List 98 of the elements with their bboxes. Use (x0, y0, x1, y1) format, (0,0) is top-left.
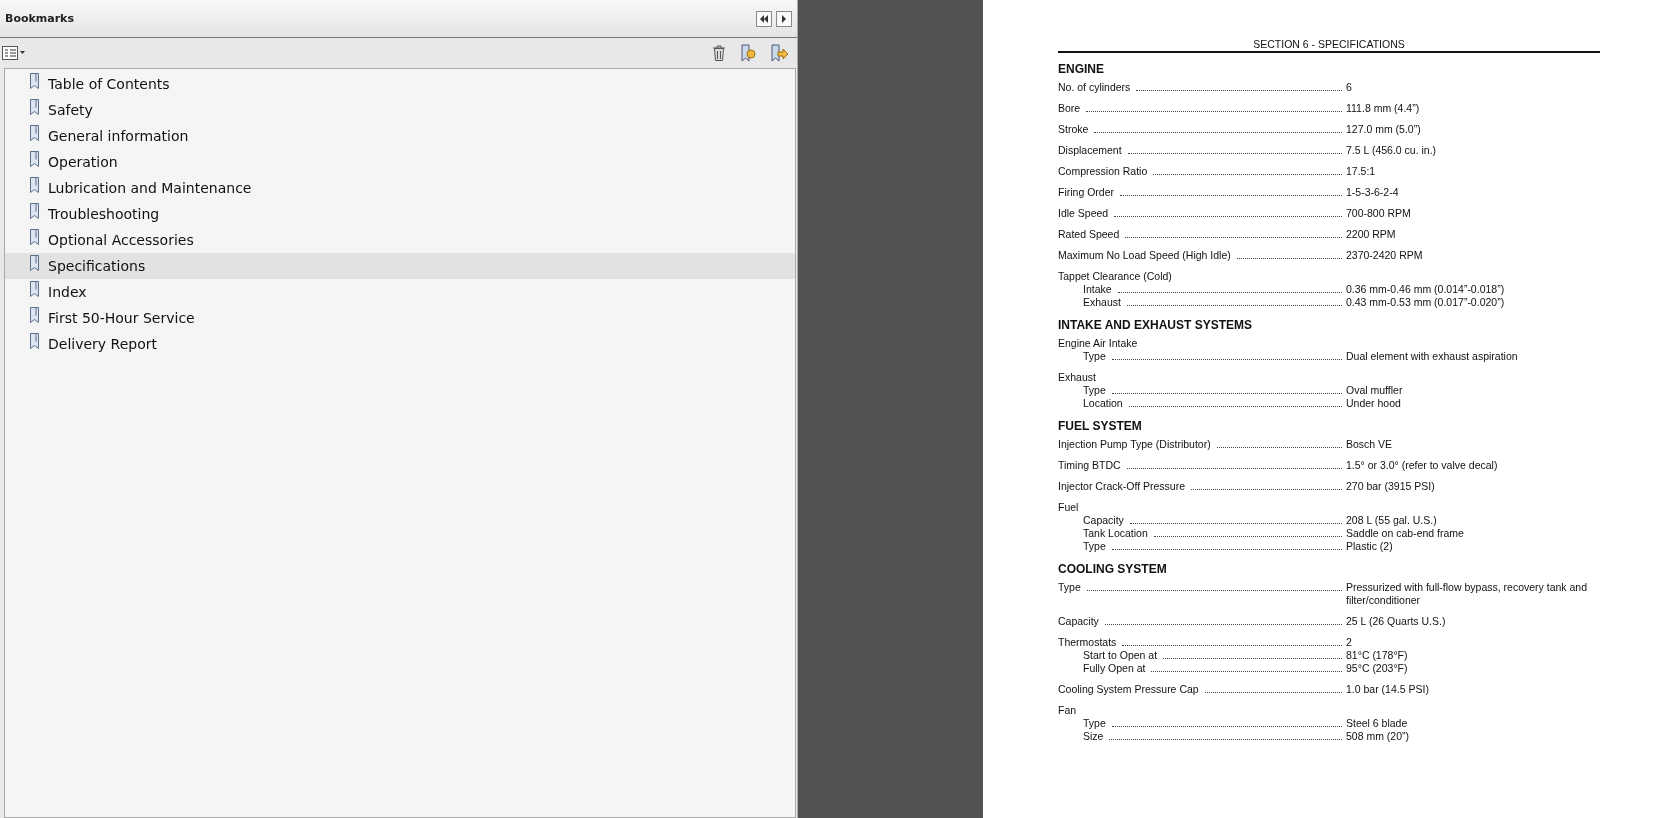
collapse-panel-button[interactable] (756, 10, 772, 27)
options-menu-button[interactable] (2, 46, 26, 60)
bookmark-item[interactable]: Troubleshooting (5, 201, 795, 227)
right-arrow-icon (781, 14, 787, 23)
spec-label: Stroke (1058, 123, 1089, 136)
bookmark-icon (29, 177, 41, 193)
spec-value: Bosch VE (1346, 438, 1394, 451)
spec-label: Displacement (1058, 144, 1122, 157)
bookmark-icon (29, 333, 41, 349)
spec-label: No. of cylinders (1058, 81, 1131, 94)
spec-label: Timing BTDC (1058, 459, 1121, 472)
spec-label: Capacity (1058, 615, 1099, 628)
bookmark-item[interactable]: Index (5, 279, 795, 305)
spec-label: Rated Speed (1058, 228, 1120, 241)
bookmark-icon (29, 255, 41, 271)
spec-label: Fuel (1058, 501, 1079, 514)
spec-label: Cooling System Pressure Cap (1058, 683, 1199, 696)
double-left-arrow-icon (759, 14, 769, 23)
section-heading: COOLING SYSTEM (1058, 562, 1168, 576)
spec-label: Size (1083, 730, 1104, 743)
bookmark-icon (29, 307, 41, 323)
section-heading: INTAKE AND EXHAUST SYSTEMS (1058, 318, 1253, 332)
bookmark-arrow-icon[interactable] (769, 44, 789, 62)
spec-label: Injection Pump Type (Distributor) (1058, 438, 1211, 451)
section-header: SECTION 6 - SPECIFICATIONS (1058, 38, 1600, 53)
spec-value: 2 (1346, 636, 1353, 649)
spec-label: Type (1083, 384, 1106, 397)
spec-label: Tappet Clearance (Cold) (1058, 270, 1172, 283)
spec-value: 700-800 RPM (1346, 207, 1412, 220)
bookmark-icon (29, 99, 41, 115)
spec-label: Tank Location (1083, 527, 1148, 540)
panel-title: Bookmarks (5, 12, 74, 25)
spec-label: Engine Air Intake (1058, 337, 1138, 350)
spec-value: Dual element with exhaust aspiration (1346, 350, 1519, 363)
bookmark-icon (29, 203, 41, 219)
bookmark-item[interactable]: Delivery Report (5, 331, 795, 357)
spec-label: Type (1083, 717, 1106, 730)
list-options-icon (2, 46, 26, 60)
spec-value: 111.8 mm (4.4”) (1346, 102, 1421, 115)
spec-value: 17.5:1 (1346, 165, 1377, 178)
spec-label: Fan (1058, 704, 1077, 717)
spec-value: 1-5-3-6-2-4 (1346, 186, 1400, 199)
spec-label: Intake (1083, 283, 1112, 296)
spec-value: 0.36 mm-0.46 mm (0.014”-0.018”) (1346, 283, 1506, 296)
spec-value: 208 L (55 gal. U.S.) (1346, 514, 1438, 527)
spec-label: Maximum No Load Speed (High Idle) (1058, 249, 1231, 262)
spec-value: 1.0 bar (14.5 PSI) (1346, 683, 1430, 696)
delete-icon[interactable] (711, 44, 727, 62)
spec-value: 0.43 mm-0.53 mm (0.017”-0.020”) (1346, 296, 1506, 309)
spec-label: Type (1058, 581, 1081, 594)
spec-value: 95°C (203°F) (1346, 662, 1409, 675)
bookmark-item[interactable]: First 50-Hour Service (5, 305, 795, 331)
bookmark-item[interactable]: Optional Accessories (5, 227, 795, 253)
spec-value: 508 mm (20”) (1346, 730, 1410, 743)
bookmark-icon (29, 229, 41, 245)
expand-panel-button[interactable] (776, 10, 792, 27)
bookmark-icon (29, 125, 41, 141)
spec-value: 270 bar (3915 PSI) (1346, 480, 1436, 493)
bookmark-icon (29, 281, 41, 297)
spec-value: 2200 RPM (1346, 228, 1397, 241)
spec-label: Location (1083, 397, 1123, 410)
bookmark-icon (29, 151, 41, 167)
spec-value: Saddle on cab-end frame (1346, 527, 1465, 540)
spec-value: 81°C (178°F) (1346, 649, 1409, 662)
spec-value: 7.5 L (456.0 cu. in.) (1346, 144, 1438, 157)
spec-label: Start to Open at (1083, 649, 1158, 662)
spec-label: Compression Ratio (1058, 165, 1148, 178)
spec-label: Capacity (1083, 514, 1124, 527)
spec-value: Pressurized with full-flow bypass, recovery tank and filter/conditioner (1346, 581, 1589, 607)
new-bookmark-icon[interactable] (739, 44, 757, 62)
spec-label: Exhaust (1083, 296, 1121, 309)
spec-label: Exhaust (1058, 371, 1096, 384)
bookmark-item[interactable]: Lubrication and Maintenance (5, 175, 795, 201)
spec-label: Type (1083, 350, 1106, 363)
spec-value: 127.0 mm (5.0”) (1346, 123, 1422, 136)
spec-label: Firing Order (1058, 186, 1114, 199)
bookmark-icon (29, 73, 41, 89)
spec-label: Thermostats (1058, 636, 1117, 649)
spec-label: Bore (1058, 102, 1081, 115)
spec-label: Fully Open at (1083, 662, 1146, 675)
section-heading: ENGINE (1058, 62, 1105, 76)
spec-label: Injector Crack-Off Pressure (1058, 480, 1185, 493)
section-heading: FUEL SYSTEM (1058, 419, 1143, 433)
spec-value: 2370-2420 RPM (1346, 249, 1424, 262)
bookmark-item[interactable]: Specifications (5, 253, 795, 279)
bookmark-item[interactable]: Operation (5, 149, 795, 175)
spec-label: Idle Speed (1058, 207, 1109, 220)
spec-value: 1.5° or 3.0° (refer to valve decal) (1346, 459, 1499, 472)
spec-value: Plastic (2) (1346, 540, 1394, 553)
bookmark-item[interactable]: Safety (5, 97, 795, 123)
spec-value: Steel 6 blade (1346, 717, 1409, 730)
spec-value: 6 (1346, 81, 1353, 94)
bookmark-item[interactable]: General information (5, 123, 795, 149)
bookmark-item[interactable]: Table of Contents (5, 71, 795, 97)
spec-value: 25 L (26 Quarts U.S.) (1346, 615, 1447, 628)
spec-value: Oval muffler (1346, 384, 1404, 397)
spec-label: Type (1083, 540, 1106, 553)
spec-value: Under hood (1346, 397, 1402, 410)
